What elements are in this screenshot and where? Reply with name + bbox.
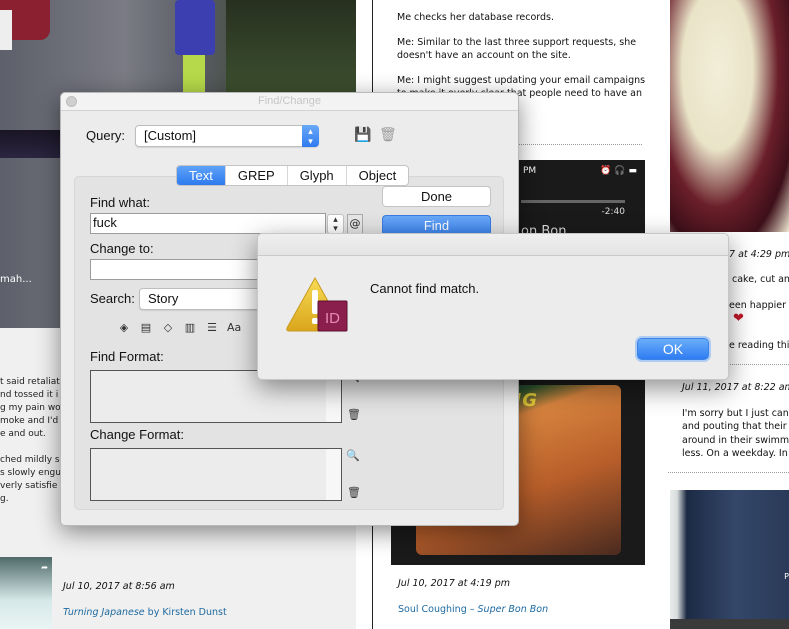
save-query-icon[interactable]: 💾: [354, 127, 371, 143]
case-sensitive-icon[interactable]: Aa: [227, 321, 241, 334]
find-what-input[interactable]: fuck: [90, 213, 326, 234]
alert-titlebar: [258, 234, 728, 256]
share-icon[interactable]: ➦: [41, 563, 48, 572]
query-label: Query:: [86, 128, 126, 143]
find-what-history-stepper[interactable]: ▴ ▾: [327, 214, 344, 234]
divider: [668, 472, 789, 473]
dialog-title: Find/Change: [258, 95, 321, 107]
ok-button[interactable]: OK: [637, 338, 709, 360]
done-button[interactable]: Done: [382, 186, 491, 207]
chevron-updown-icon: ▴ ▾: [302, 125, 319, 147]
alert-dialog: ID Cannot find match. OK: [257, 233, 729, 380]
include-hidden-layers-icon[interactable]: ◇: [161, 321, 175, 334]
change-format-label: Change Format:: [90, 427, 184, 442]
search-mode-tabs: Text GREP Glyph Object: [176, 165, 410, 186]
search-options-toolbar: ◈ ▤ ◇ ▥ ☰ Aa: [117, 321, 242, 334]
warning-icon: ID: [286, 276, 348, 332]
alert-message: Cannot find match.: [370, 281, 480, 296]
query-dropdown[interactable]: [Custom] ▴ ▾: [135, 125, 319, 147]
tab-grep[interactable]: GREP: [226, 166, 288, 185]
tab-glyph[interactable]: Glyph: [288, 166, 347, 185]
special-characters-button[interactable]: @: [347, 214, 363, 234]
heart-icon: ❤: [733, 311, 744, 326]
playback-bar: [521, 200, 625, 203]
post-excerpt: t said retaliat nd tossed it i g my pain…: [0, 377, 60, 504]
post-link[interactable]: Turning Japanese by Kirsten Dunst: [63, 607, 227, 618]
comment-date: Jul 11, 2017 at 8:22 am: [682, 382, 789, 393]
post-image-cake[interactable]: [670, 0, 789, 232]
comment-date: 7 at 4:29 pm: [729, 249, 789, 260]
clear-change-format-icon[interactable]: 🗑: [347, 486, 361, 499]
post-link[interactable]: Soul Coughing – Super Bon Bon: [398, 604, 548, 615]
svg-text:ID: ID: [325, 310, 340, 327]
include-master-pages-icon[interactable]: ▥: [183, 321, 197, 334]
include-locked-stories-icon[interactable]: ▤: [139, 321, 153, 334]
find-format-label: Find Format:: [90, 349, 164, 364]
tab-object[interactable]: Object: [347, 166, 409, 185]
include-locked-layers-icon[interactable]: ◈: [117, 321, 131, 334]
trash-icon[interactable]: 🗑: [379, 127, 397, 143]
find-what-label: Find what:: [90, 195, 150, 210]
include-footnotes-icon[interactable]: ☰: [205, 321, 219, 334]
screen: mah... t said retaliat nd tossed it i g …: [0, 0, 789, 629]
post-thumbnail-right[interactable]: P: [670, 490, 789, 629]
photo-caption: mah...: [0, 274, 32, 285]
post-date: Jul 10, 2017 at 4:19 pm: [398, 578, 511, 589]
phone-status-icons: ⏰ 🎧 ▬: [600, 166, 637, 176]
clear-find-format-icon[interactable]: 🗑: [347, 408, 361, 421]
post-date: Jul 10, 2017 at 8:56 am: [63, 581, 175, 592]
change-to-label: Change to:: [90, 241, 154, 256]
post-thumbnail-left[interactable]: ➦: [0, 557, 52, 629]
search-label: Search:: [90, 291, 135, 306]
tab-text[interactable]: Text: [177, 166, 226, 185]
dialog-titlebar[interactable]: Find/Change: [61, 93, 518, 111]
change-format-box[interactable]: [90, 448, 342, 501]
specify-change-format-icon[interactable]: 🔍: [346, 449, 360, 462]
